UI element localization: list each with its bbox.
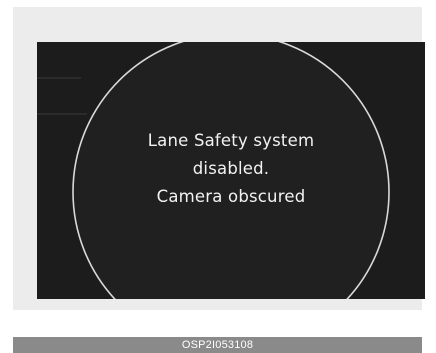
- warning-message: Lane Safety system disabled. Camera obsc…: [37, 127, 425, 211]
- warning-message-line: Camera obscured: [156, 187, 306, 206]
- caption-bar: OSP2I053108: [13, 337, 422, 353]
- warning-message-line: Lane Safety system: [147, 131, 315, 150]
- cluster-display: Lane Safety system disabled. Camera obsc…: [37, 42, 425, 299]
- figure-code: OSP2I053108: [181, 339, 254, 351]
- warning-message-line: disabled.: [192, 159, 270, 178]
